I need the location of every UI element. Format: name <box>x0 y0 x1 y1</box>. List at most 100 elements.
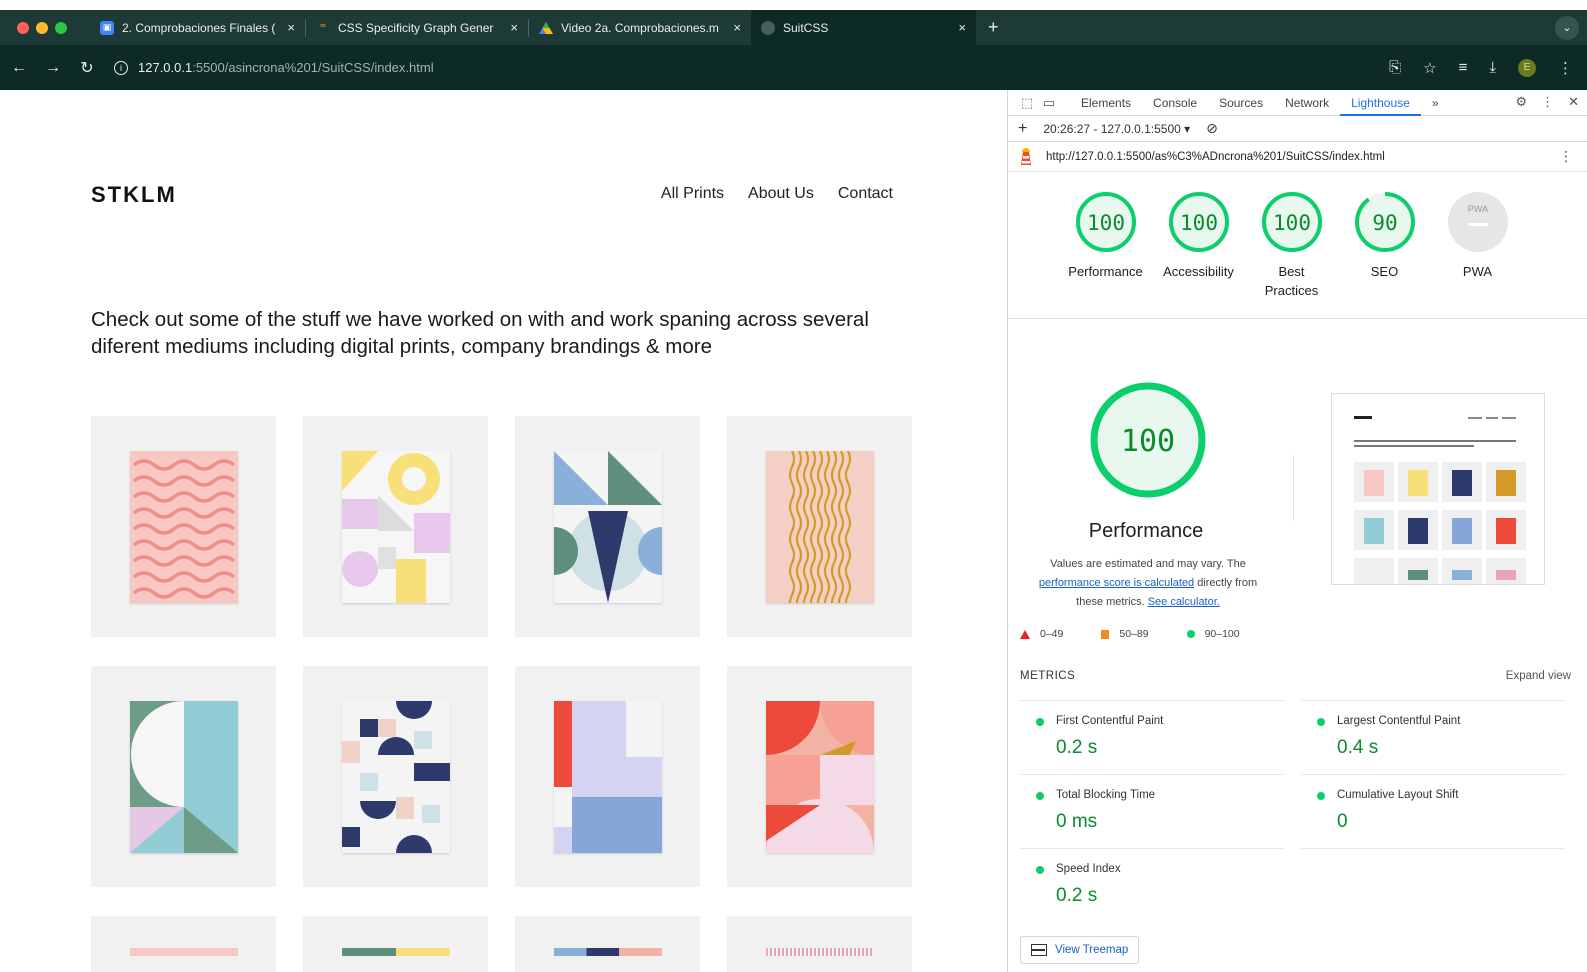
close-devtools-icon[interactable]: ✕ <box>1568 94 1579 110</box>
legend-average: 50–89 <box>1101 628 1149 640</box>
tab-network[interactable]: Network <box>1274 90 1340 116</box>
site-logo[interactable]: STKLM <box>91 182 177 208</box>
pwa-badge-text: PWA <box>1467 204 1487 214</box>
gauge-score: 100 <box>1087 211 1125 235</box>
print-card[interactable] <box>303 666 488 887</box>
score-legend: 0–49 50–89 90–100 <box>1020 628 1240 640</box>
browser-toolbar: ← → ↻ i 127.0.0.1:5500/asincrona%201/Sui… <box>0 45 1587 90</box>
close-tab-icon[interactable]: × <box>510 20 518 35</box>
close-tab-icon[interactable]: × <box>287 20 295 35</box>
forward-arrow-icon[interactable]: → <box>36 59 70 77</box>
gauge-label: Performance <box>1068 264 1143 279</box>
site-info-icon[interactable]: i <box>114 60 128 75</box>
print-card[interactable] <box>303 416 488 637</box>
url-host: 127.0.0.1 <box>138 60 193 75</box>
print-lilac-blue-blocks <box>553 700 662 853</box>
performance-score: 100 <box>1121 424 1175 459</box>
browser-tab-strip: ▣ 2. Comprobaciones Finales ( × ꟹ CSS Sp… <box>0 10 1587 45</box>
print-card[interactable] <box>91 416 276 637</box>
metric-cls: Cumulative Layout Shift 0 <box>1301 774 1565 848</box>
gauge-seo[interactable]: 90 SEO <box>1342 190 1427 300</box>
gauge-performance[interactable]: 100 Performance <box>1063 190 1148 300</box>
browser-tab-comprobaciones[interactable]: ▣ 2. Comprobaciones Finales ( × <box>90 10 305 45</box>
average-square-icon <box>1101 629 1110 639</box>
pass-circle-icon <box>1036 792 1044 800</box>
expand-view-toggle[interactable]: Expand view <box>1506 670 1571 682</box>
print-card[interactable] <box>727 916 912 972</box>
print-thumbnail-top <box>765 948 874 956</box>
tab-sources[interactable]: Sources <box>1208 90 1274 116</box>
browser-menu-icon[interactable]: ⋮ <box>1558 59 1573 77</box>
print-card[interactable] <box>515 416 700 637</box>
gauge-accessibility[interactable]: 100 Accessibility <box>1156 190 1241 300</box>
legend-fail: 0–49 <box>1020 628 1063 640</box>
gauge-label: Best Practices <box>1264 264 1319 298</box>
profile-avatar[interactable]: E <box>1518 58 1536 77</box>
score-calculated-link[interactable]: performance score is calculated <box>1039 577 1194 589</box>
print-card[interactable] <box>91 666 276 887</box>
metric-fcp: First Contentful Paint 0.2 s <box>1020 700 1284 774</box>
tab-console[interactable]: Console <box>1142 90 1208 116</box>
print-coral-mustard <box>765 700 874 853</box>
tab-elements[interactable]: Elements <box>1070 90 1142 116</box>
device-toolbar-icon[interactable]: ▭ <box>1038 95 1060 111</box>
print-card[interactable] <box>303 916 488 972</box>
see-calculator-link[interactable]: See calculator. <box>1148 596 1220 608</box>
inspect-element-icon[interactable]: ⬚ <box>1016 95 1038 111</box>
zoom-window-button[interactable] <box>55 21 67 34</box>
reading-list-icon[interactable]: ≡ <box>1459 59 1468 76</box>
print-card[interactable] <box>515 666 700 887</box>
metric-speed-index: Speed Index 0.2 s <box>1020 848 1284 922</box>
settings-gear-icon[interactable]: ⚙ <box>1515 94 1527 110</box>
print-card[interactable] <box>515 916 700 972</box>
gauge-pwa[interactable]: PWA PWA <box>1435 190 1520 300</box>
gauge-best-practices[interactable]: 100 Best Practices <box>1249 190 1334 300</box>
print-card[interactable] <box>91 916 276 972</box>
gauge-score: 100 <box>1180 211 1218 235</box>
tab-lighthouse[interactable]: Lighthouse <box>1340 90 1421 116</box>
close-tab-icon[interactable]: × <box>958 20 966 35</box>
nav-link-contact[interactable]: Contact <box>838 185 893 203</box>
lighthouse-toolbar: + 20:26:27 - 127.0.0.1:5500 ▾ ⊘ <box>1008 116 1587 142</box>
score-gauges: 100 Performance 100 Accessibility 100 Be… <box>1063 190 1520 300</box>
reload-icon[interactable]: ↻ <box>70 58 104 78</box>
print-card[interactable] <box>727 416 912 637</box>
new-report-icon[interactable]: + <box>1018 120 1027 138</box>
more-tabs-icon[interactable]: » <box>1421 90 1450 116</box>
nav-link-about-us[interactable]: About Us <box>748 185 814 203</box>
translate-icon[interactable]: ⎘ <box>1389 59 1401 76</box>
address-bar[interactable]: i 127.0.0.1:5500/asincrona%201/SuitCSS/i… <box>114 60 434 75</box>
close-tab-icon[interactable]: × <box>733 20 741 35</box>
pass-circle-icon <box>1036 866 1044 874</box>
clear-reports-icon[interactable]: ⊘ <box>1206 120 1218 137</box>
final-screenshot-thumbnail[interactable] <box>1331 393 1545 585</box>
download-icon[interactable]: ⤓ <box>1489 59 1496 76</box>
report-selector[interactable]: 20:26:27 - 127.0.0.1:5500 ▾ <box>1043 122 1190 136</box>
metric-lcp: Largest Contentful Paint 0.4 s <box>1301 700 1565 774</box>
pass-circle-icon <box>1036 718 1044 726</box>
report-menu-icon[interactable]: ⋮ <box>1559 148 1573 165</box>
view-treemap-button[interactable]: View Treemap <box>1020 936 1140 964</box>
devtools-panel: ⬚ ▭ Elements Console Sources Network Lig… <box>1007 90 1587 972</box>
performance-big-gauge: 100 <box>1090 382 1206 498</box>
nav-link-all-prints[interactable]: All Prints <box>661 185 724 203</box>
fail-triangle-icon <box>1020 629 1030 639</box>
browser-tab-video[interactable]: Video 2a. Comprobaciones.m × <box>529 10 751 45</box>
minimize-window-button[interactable] <box>36 21 48 34</box>
legend-pass: 90–100 <box>1186 628 1240 640</box>
print-teal-circle <box>129 700 238 853</box>
back-arrow-icon[interactable]: ← <box>2 59 36 77</box>
pass-circle-icon <box>1317 792 1325 800</box>
tab-search-icon[interactable]: ⌄ <box>1555 15 1579 40</box>
print-thumbnail-top <box>553 948 662 956</box>
browser-tab-suitcss[interactable]: SuitCSS × <box>751 10 976 45</box>
print-orange-zigzag <box>765 450 874 603</box>
new-tab-button[interactable]: + <box>976 17 1011 38</box>
performance-description: Values are estimated and may vary. The p… <box>1038 558 1258 608</box>
print-card[interactable] <box>727 666 912 887</box>
bookmark-star-icon[interactable]: ☆ <box>1423 59 1436 77</box>
browser-tab-specificity[interactable]: ꟹ CSS Specificity Graph Gener × <box>306 10 528 45</box>
close-window-button[interactable] <box>17 21 29 34</box>
devtools-menu-icon[interactable]: ⋮ <box>1541 94 1554 110</box>
section-divider <box>1008 318 1587 319</box>
